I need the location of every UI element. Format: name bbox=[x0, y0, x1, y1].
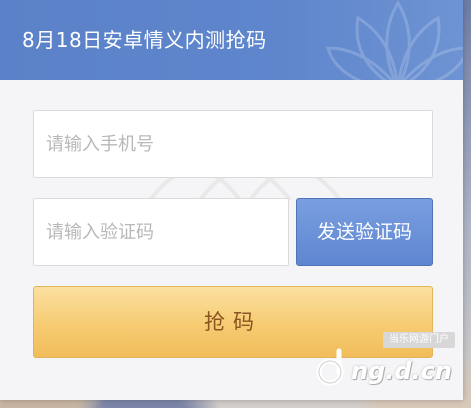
watermark-tag: 当乐网游门户 bbox=[383, 332, 455, 348]
send-code-button[interactable]: 发送验证码 bbox=[296, 198, 433, 266]
dialog-title: 8月18日安卓情义内测抢码 bbox=[22, 28, 267, 52]
watermark-domain: ng.d.cn bbox=[351, 357, 452, 385]
phone-input[interactable] bbox=[33, 110, 433, 178]
d-logo-icon bbox=[316, 348, 344, 386]
verification-code-input[interactable] bbox=[33, 198, 289, 266]
dialog-header: 8月18日安卓情义内测抢码 bbox=[0, 0, 463, 80]
site-watermark: 当乐网游门户 ng.d.cn bbox=[309, 332, 457, 394]
lotus-ornament-icon bbox=[326, 0, 463, 80]
code-claim-dialog: 8月18日安卓情义内测抢码 发送验证码 抢码 当乐网游门户 ng.d.cn bbox=[0, 0, 463, 400]
